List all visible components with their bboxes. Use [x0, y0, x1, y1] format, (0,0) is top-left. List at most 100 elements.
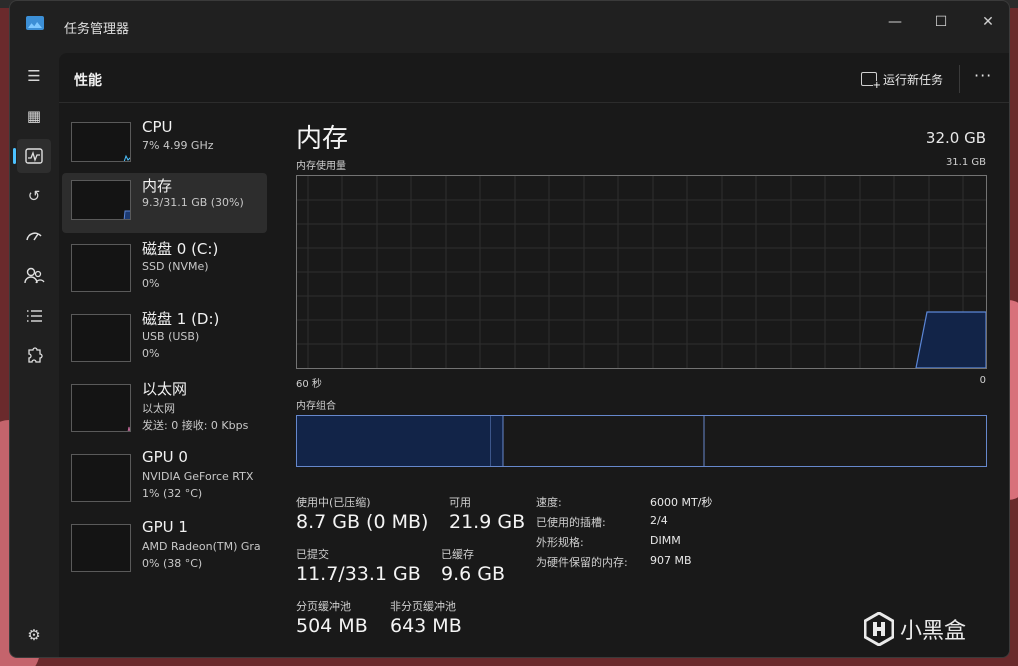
device-name: GPU 0 [142, 448, 188, 466]
device-name: GPU 1 [142, 518, 188, 536]
minimize-button[interactable]: — [872, 7, 918, 37]
device-usage: 0% [142, 277, 160, 290]
detail-title: 内存 [296, 124, 349, 154]
device-usage: 0% [142, 347, 160, 360]
hamburger-menu-icon[interactable]: ☰ [17, 59, 51, 93]
gpu0-thumbnail-graph [71, 454, 131, 502]
device-item-cpu[interactable]: CPU 7% 4.99 GHz [62, 116, 267, 176]
task-manager-window: 任务管理器 — ☐ ✕ ☰ ▦ ↺ ⚙ 性能 + 运行新任务 ··· CPU 7… [9, 0, 1010, 658]
cpu-mini-chart [123, 154, 130, 161]
people-icon [24, 267, 45, 284]
page-title: 性能 [74, 73, 102, 89]
speed-label: 速度: [536, 496, 562, 509]
ethernet-mini-chart [127, 426, 130, 431]
cached-value: 9.6 GB [441, 563, 506, 585]
device-detail: SSD (NVMe) [142, 260, 209, 273]
navigation-rail: ☰ ▦ ↺ ⚙ [10, 53, 58, 657]
hardware-reserved-value: 907 MB [650, 554, 692, 567]
device-item-memory[interactable]: 内存 9.3/31.1 GB (30%) [62, 173, 267, 233]
total-memory: 32.0 GB [925, 129, 986, 147]
in-use-label: 使用中(已压缩) [296, 496, 371, 509]
ethernet-thumbnail-graph [71, 384, 131, 432]
nonpaged-pool-value: 643 MB [390, 615, 462, 637]
device-detail: NVIDIA GeForce RTX [142, 470, 254, 483]
performance-icon[interactable] [13, 139, 51, 173]
device-detail: AMD Radeon(TM) Gra [142, 540, 261, 553]
app-history-icon[interactable]: ↺ [17, 179, 51, 213]
device-name: 以太网 [142, 380, 188, 398]
processes-icon[interactable]: ▦ [17, 99, 51, 133]
cpu-thumbnail-graph [71, 122, 131, 162]
users-icon[interactable] [17, 259, 51, 293]
device-name: 内存 [142, 177, 173, 195]
memory-usage-graph [296, 175, 987, 369]
device-throughput: 发送: 0 接收: 0 Kbps [142, 419, 249, 432]
device-detail: USB (USB) [142, 330, 200, 343]
committed-value: 11.7/33.1 GB [296, 563, 421, 585]
available-value: 21.9 GB [449, 511, 526, 533]
device-item-disk-1[interactable]: 磁盘 1 (D:) USB (USB) 0% [62, 306, 267, 366]
task-manager-app-icon [26, 16, 44, 30]
disk0-thumbnail-graph [71, 244, 131, 292]
app-title: 任务管理器 [64, 22, 130, 37]
hexagon-logo-icon [863, 611, 895, 647]
performance-graph-icon [25, 148, 43, 164]
content-header: 性能 运行新任务 ··· [59, 53, 1009, 103]
composition-label: 内存组合 [296, 401, 336, 412]
watermark-text: 小黑盒 [900, 619, 967, 644]
memory-usage-chart [297, 176, 987, 369]
maximize-button[interactable]: ☐ [918, 7, 964, 37]
title-bar[interactable]: 任务管理器 — ☐ ✕ [10, 1, 1009, 53]
graph-x-right-label: 0 [979, 375, 986, 386]
speedometer-icon [26, 232, 42, 241]
startup-apps-icon[interactable] [17, 219, 51, 253]
list-icon [27, 310, 42, 322]
run-new-task-button[interactable]: 运行新任务 [861, 69, 943, 91]
puzzle-gear-icon [28, 347, 43, 363]
form-factor-value: DIMM [650, 534, 681, 547]
slots-used-value: 2/4 [650, 514, 668, 527]
device-item-disk-0[interactable]: 磁盘 0 (C:) SSD (NVMe) 0% [62, 236, 267, 296]
device-item-gpu-0[interactable]: GPU 0 NVIDIA GeForce RTX 1% (32 °C) [62, 446, 267, 506]
memory-composition-chart [297, 416, 705, 466]
memory-mini-chart [123, 210, 130, 219]
usage-graph-max: 31.1 GB [945, 157, 986, 168]
speed-value: 6000 MT/秒 [650, 496, 713, 509]
paged-pool-label: 分页缓冲池 [296, 600, 351, 613]
usage-graph-label: 内存使用量 [296, 161, 346, 172]
new-task-icon [861, 72, 882, 91]
available-label: 可用 [449, 496, 471, 509]
device-detail: 7% 4.99 GHz [142, 139, 214, 152]
details-list-icon[interactable] [17, 299, 51, 333]
header-divider [959, 65, 960, 93]
graph-x-left-label: 60 秒 [296, 379, 322, 390]
hardware-reserved-label: 为硬件保留的内存: [536, 556, 628, 569]
device-usage: 1% (32 °C) [142, 487, 203, 500]
gpu1-thumbnail-graph [71, 524, 131, 572]
slots-used-label: 已使用的插槽: [536, 516, 606, 529]
nonpaged-pool-label: 非分页缓冲池 [390, 600, 456, 613]
close-button[interactable]: ✕ [965, 7, 1009, 37]
xiaoheihe-logo-icon [863, 611, 895, 647]
paged-pool-value: 504 MB [296, 615, 368, 637]
in-use-value: 8.7 GB (0 MB) [296, 511, 429, 533]
device-item-gpu-1[interactable]: GPU 1 AMD Radeon(TM) Gra 0% (38 °C) [62, 516, 267, 576]
xiaoheihe-watermark: 小黑盒 [863, 611, 967, 647]
form-factor-label: 外形规格: [536, 536, 584, 549]
more-options-button[interactable]: ··· [974, 66, 992, 85]
device-detail: 以太网 [142, 402, 175, 415]
device-name: 磁盘 0 (C:) [142, 240, 219, 258]
device-name: CPU [142, 118, 173, 136]
settings-icon[interactable]: ⚙ [17, 618, 51, 652]
device-item-ethernet[interactable]: 以太网 以太网 发送: 0 接收: 0 Kbps [62, 376, 267, 436]
memory-composition-bar [296, 415, 987, 467]
disk1-thumbnail-graph [71, 314, 131, 362]
committed-label: 已提交 [296, 548, 329, 561]
main-content: 性能 运行新任务 ··· CPU 7% 4.99 GHz 内存 [59, 53, 1009, 657]
services-icon[interactable] [17, 339, 51, 373]
cached-label: 已缓存 [441, 548, 474, 561]
device-name: 磁盘 1 (D:) [142, 310, 220, 328]
memory-thumbnail-graph [71, 180, 131, 220]
device-detail: 9.3/31.1 GB (30%) [142, 196, 244, 209]
device-usage: 0% (38 °C) [142, 557, 203, 570]
